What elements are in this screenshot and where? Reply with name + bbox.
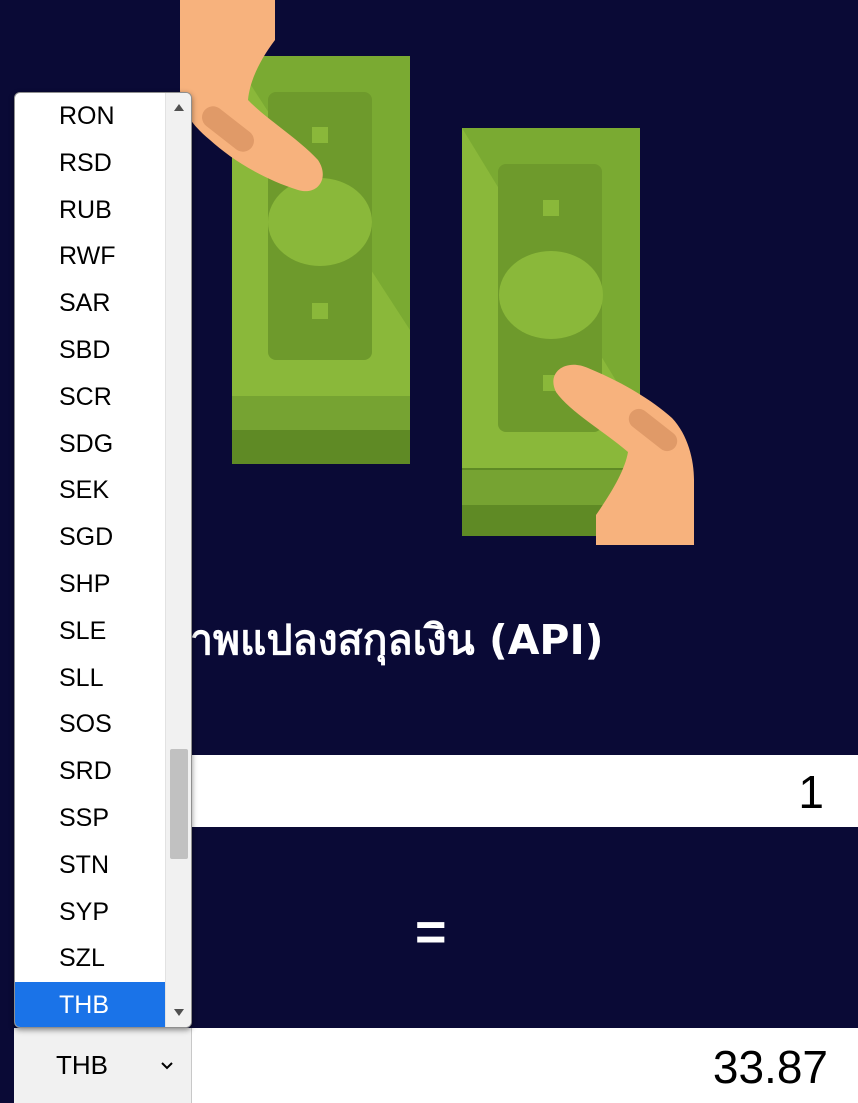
dropdown-option[interactable]: SHP	[15, 561, 165, 608]
dropdown-option[interactable]: SGD	[15, 514, 165, 561]
dropdown-option[interactable]: SEK	[15, 467, 165, 514]
dropdown-option[interactable]: SZL	[15, 935, 165, 982]
dropdown-option[interactable]: RWF	[15, 233, 165, 280]
result-row: THB 33.87	[14, 1028, 858, 1103]
dropdown-option[interactable]: THB	[15, 982, 165, 1027]
result-value: 33.87	[712, 1041, 828, 1093]
scroll-up-arrow-icon[interactable]	[173, 103, 185, 113]
dropdown-option[interactable]: SBD	[15, 327, 165, 374]
dropdown-option[interactable]: RSD	[15, 140, 165, 187]
equals-sign: =	[415, 902, 447, 962]
dropdown-option[interactable]: SOS	[15, 701, 165, 748]
chevron-down-icon	[161, 1062, 173, 1070]
dropdown-option[interactable]: SRD	[15, 748, 165, 795]
dropdown-option[interactable]: SYP	[15, 889, 165, 936]
dropdown-option[interactable]: RUB	[15, 187, 165, 234]
dropdown-option[interactable]: SSP	[15, 795, 165, 842]
money-exchange-illustration	[180, 0, 694, 545]
dropdown-option[interactable]: SDG	[15, 421, 165, 468]
dropdown-option[interactable]: STN	[15, 842, 165, 889]
dropdown-option[interactable]: RON	[15, 93, 165, 140]
dropdown-option[interactable]: SCR	[15, 374, 165, 421]
dropdown-option[interactable]: SLL	[15, 655, 165, 702]
amount-value[interactable]: 1	[798, 765, 824, 819]
to-currency-selected: THB	[56, 1050, 108, 1080]
dropdown-options: RON RSD RUB RWF SAR SBD SCR SDG SEK SGD SHP SLE SLL S…	[15, 93, 165, 1027]
to-currency-select[interactable]: THB	[14, 1028, 192, 1103]
scroll-down-arrow-icon[interactable]	[173, 1007, 185, 1017]
dropdown-scrollbar[interactable]	[165, 93, 191, 1027]
scrollbar-thumb[interactable]	[170, 749, 188, 859]
dropdown-option[interactable]: SLE	[15, 608, 165, 655]
page-title: าพแปลงสกุลเงิน (API)	[190, 616, 604, 664]
currency-dropdown-list[interactable]: RON RSD RUB RWF SAR SBD SCR SDG SEK SGD SHP SLE SLL S…	[14, 92, 192, 1028]
dropdown-option[interactable]: SAR	[15, 280, 165, 327]
